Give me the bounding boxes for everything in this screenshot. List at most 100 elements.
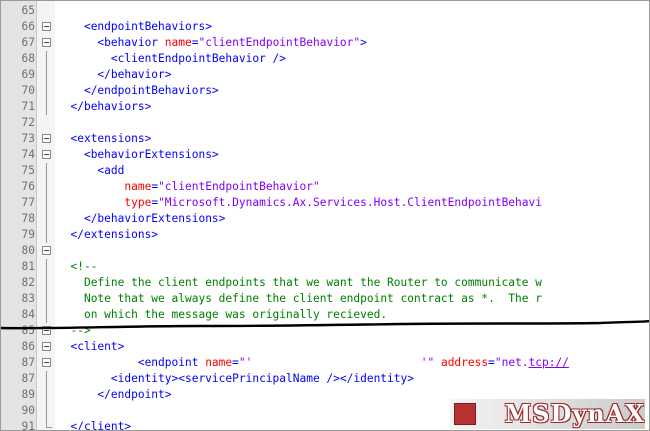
code-line[interactable]: 74 <behaviorExtensions> bbox=[1, 147, 649, 163]
code-text: on which the message was originally reci… bbox=[57, 307, 387, 323]
code-line[interactable]: 83 Note that we always define the client… bbox=[1, 291, 649, 307]
line-number: 87 bbox=[21, 356, 35, 369]
fold-collapse-icon[interactable] bbox=[42, 342, 51, 351]
fold-collapse-icon[interactable] bbox=[42, 358, 51, 367]
code-line[interactable]: 78 </behaviorExtensions> bbox=[1, 211, 649, 227]
xml-tag: </extensions> bbox=[70, 228, 159, 241]
line-number: 72 bbox=[21, 116, 35, 129]
xml-attribute-value: "' '" bbox=[238, 356, 435, 369]
fold-end-line bbox=[46, 419, 47, 427]
fold-line bbox=[46, 275, 47, 291]
line-number: 65 bbox=[21, 4, 35, 17]
xml-attribute-value: "clientEndpointBehavior" bbox=[158, 180, 320, 193]
code-text: Define the client endpoints that we want… bbox=[57, 275, 542, 291]
code-text: </behavior> bbox=[57, 67, 171, 83]
fold-line bbox=[46, 403, 47, 419]
code-line[interactable]: 66 <endpointBehaviors> bbox=[1, 19, 649, 35]
fold-collapse-icon[interactable] bbox=[42, 38, 51, 47]
line-number: 66 bbox=[21, 20, 35, 33]
xml-tag: <endpoint bbox=[137, 356, 206, 369]
fold-line bbox=[46, 195, 47, 211]
line-number: 76 bbox=[21, 180, 35, 193]
code-line[interactable]: 86 <client> bbox=[1, 339, 649, 355]
code-line[interactable]: 75 <add bbox=[1, 163, 649, 179]
code-line[interactable]: 69 </behavior> bbox=[1, 67, 649, 83]
line-number: 86 bbox=[21, 340, 35, 353]
code-line[interactable]: 70 </endpointBehaviors> bbox=[1, 83, 649, 99]
fold-line bbox=[46, 99, 47, 115]
code-line[interactable]: 79 </extensions> bbox=[1, 227, 649, 243]
logo-mark-icon bbox=[454, 403, 476, 425]
code-text: <identity><servicePrincipalName /></iden… bbox=[57, 371, 414, 387]
line-number: 70 bbox=[21, 84, 35, 97]
code-line[interactable]: 73 <extensions> bbox=[1, 131, 649, 147]
code-line[interactable]: 72 bbox=[1, 115, 649, 131]
xml-tag: <client> bbox=[70, 340, 125, 353]
code-text: <clientEndpointBehavior /> bbox=[57, 51, 286, 67]
code-line[interactable]: 87 <identity><servicePrincipalName /></i… bbox=[1, 371, 649, 387]
code-line[interactable]: 68 <clientEndpointBehavior /> bbox=[1, 51, 649, 67]
xml-attribute-name: address bbox=[434, 356, 489, 369]
code-text: </client> bbox=[57, 419, 131, 430]
code-text: <add bbox=[57, 163, 124, 179]
code-line[interactable]: 76 name="clientEndpointBehavior" bbox=[1, 179, 649, 195]
code-line[interactable]: 84 on which the message was originally r… bbox=[1, 307, 649, 323]
fold-collapse-icon[interactable] bbox=[42, 150, 51, 159]
code-line[interactable]: 67 <behavior name="clientEndpointBehavio… bbox=[1, 35, 649, 51]
line-number: 73 bbox=[21, 132, 35, 145]
code-line[interactable]: 87 <endpoint name="' '" address="net.tcp… bbox=[1, 355, 649, 371]
code-line[interactable]: 85 --> bbox=[1, 323, 649, 339]
line-number: 78 bbox=[21, 212, 35, 225]
xml-tag: <behaviorExtensions> bbox=[83, 148, 219, 161]
code-text: <extensions> bbox=[57, 131, 151, 147]
code-text: <client> bbox=[57, 339, 124, 355]
xml-tag: </behaviors> bbox=[70, 100, 152, 113]
fold-end-tick bbox=[46, 427, 52, 428]
code-editor[interactable]: 65 66 <endpointBehaviors> 67 <behavior nam… bbox=[0, 0, 650, 431]
code-line[interactable]: 71 </behaviors> bbox=[1, 99, 649, 115]
xml-attribute-value: "Microsoft.Dynamics.Ax.Services.Host.Cli… bbox=[158, 196, 542, 209]
xml-tag: <add bbox=[97, 164, 125, 177]
comment-text: Define the client endpoints that we want… bbox=[83, 276, 542, 289]
fold-line bbox=[46, 371, 47, 387]
xml-tag: </behaviorExtensions> bbox=[83, 212, 226, 225]
fold-line bbox=[46, 83, 47, 99]
xml-attribute-name: name bbox=[164, 36, 192, 49]
code-line[interactable]: 65 bbox=[1, 3, 649, 19]
xml-tag: <identity><servicePrincipalName /></iden… bbox=[110, 372, 414, 385]
code-text: <!-- bbox=[57, 259, 97, 275]
fold-line bbox=[46, 163, 47, 179]
url-link: tcp:// bbox=[528, 356, 569, 369]
code-line[interactable]: 77 type="Microsoft.Dynamics.Ax.Services.… bbox=[1, 195, 649, 211]
code-text: --> bbox=[57, 323, 90, 339]
fold-collapse-icon[interactable] bbox=[42, 326, 51, 335]
code-line[interactable]: 81 <!-- bbox=[1, 259, 649, 275]
code-text: name="clientEndpointBehavior" bbox=[57, 179, 320, 195]
fold-line bbox=[46, 179, 47, 195]
watermark-logo: MSDynAX bbox=[450, 399, 645, 429]
line-number: 79 bbox=[21, 228, 35, 241]
code-text: type="Microsoft.Dynamics.Ax.Services.Hos… bbox=[57, 195, 542, 211]
code-line[interactable]: 82 Define the client endpoints that we w… bbox=[1, 275, 649, 291]
line-number: 83 bbox=[21, 292, 35, 305]
code-line[interactable]: 80 bbox=[1, 243, 649, 259]
line-number: 69 bbox=[21, 68, 35, 81]
code-text: </endpoint> bbox=[57, 387, 171, 403]
comment-text: <!-- bbox=[70, 260, 98, 273]
line-number: 68 bbox=[21, 52, 35, 65]
xml-tag: <endpointBehaviors> bbox=[83, 20, 212, 33]
fold-line bbox=[46, 291, 47, 307]
fold-collapse-icon[interactable] bbox=[42, 22, 51, 31]
fold-collapse-icon[interactable] bbox=[42, 134, 51, 143]
fold-collapse-icon[interactable] bbox=[42, 246, 51, 255]
